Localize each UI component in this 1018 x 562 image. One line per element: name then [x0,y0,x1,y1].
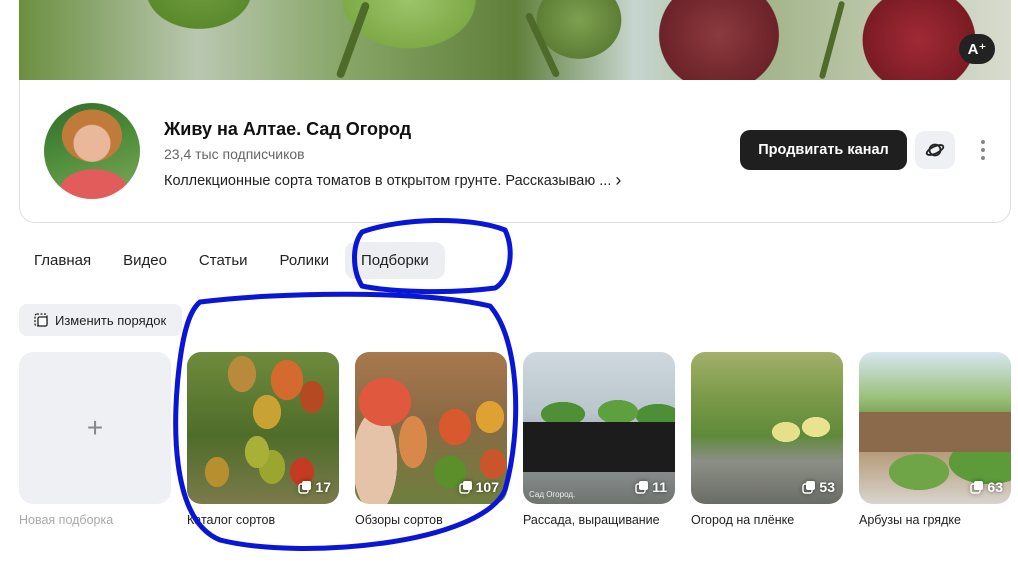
planet-icon [925,143,945,157]
tab-video[interactable]: Видео [107,242,183,279]
thumbnail-caption: Сад Огород. [529,490,576,499]
banner-stem [818,0,846,80]
subscriber-count: 23,4 тыс подписчиков [164,146,305,162]
channel-banner: A⁺ [19,0,1011,80]
channel-description-text: Коллекционные сорта томатов в открытом г… [164,172,612,189]
collection-count-value: 17 [315,479,331,495]
more-dot-icon [981,140,985,144]
channel-description[interactable]: Коллекционные сорта томатов в открытом г… [164,170,621,191]
stack-icon [635,481,649,494]
planet-button[interactable] [915,131,955,169]
reorder-button[interactable]: Изменить порядок [19,304,182,336]
tab-main[interactable]: Главная [19,242,107,279]
collection-count: 63 [970,479,1003,495]
collection-count-value: 107 [475,479,499,495]
collection-title[interactable]: Арбузы на грядке [859,513,961,527]
collection-title[interactable]: Огород на плёнке [691,513,794,527]
more-dot-icon [981,148,985,152]
banner-stem [524,11,561,79]
stack-icon [802,481,816,494]
tab-shorts[interactable]: Ролики [264,242,345,279]
collection-count: 53 [802,479,835,495]
collection-count: 11 [635,479,667,495]
collection-card[interactable]: 53 [691,352,843,504]
banner-stem [335,1,371,79]
collection-card[interactable]: 17 [187,352,339,504]
stack-icon [298,481,312,494]
collection-card[interactable]: Сад Огород. 11 [523,352,675,504]
collection-count: 107 [458,479,499,495]
channel-tabs: Главная Видео Статьи Ролики Подборки [19,240,445,280]
collection-card[interactable]: 107 [355,352,507,504]
channel-card: Живу на Алтае. Сад Огород 23,4 тыс подпи… [19,80,1011,223]
collection-title[interactable]: Обзоры сортов [355,513,443,527]
collection-card[interactable]: 63 [859,352,1011,504]
more-dot-icon [981,156,985,160]
collection-count: 17 [298,479,331,495]
collection-count-value: 63 [987,479,1003,495]
promote-channel-button[interactable]: Продвигать канал [740,130,907,170]
new-collection-label: Новая подборка [19,513,114,527]
tab-collections[interactable]: Подборки [344,241,445,279]
translate-button[interactable]: A⁺ [959,34,995,64]
reorder-icon [34,313,48,327]
tab-articles[interactable]: Статьи [183,242,264,279]
channel-title[interactable]: Живу на Алтае. Сад Огород [164,119,411,140]
collection-count-value: 11 [652,479,667,495]
more-options-button[interactable] [970,136,996,164]
new-collection-tile[interactable]: + [19,352,171,504]
collection-title[interactable]: Рассада, выращивание [523,513,660,527]
collection-count-value: 53 [819,479,835,495]
chevron-right-icon: › [615,170,622,190]
reorder-label: Изменить порядок [55,312,167,328]
stack-icon [458,481,472,494]
stack-icon [970,481,984,494]
plus-icon: + [86,412,104,443]
collection-title[interactable]: Каталог сортов [187,513,275,527]
channel-avatar[interactable] [44,103,140,199]
